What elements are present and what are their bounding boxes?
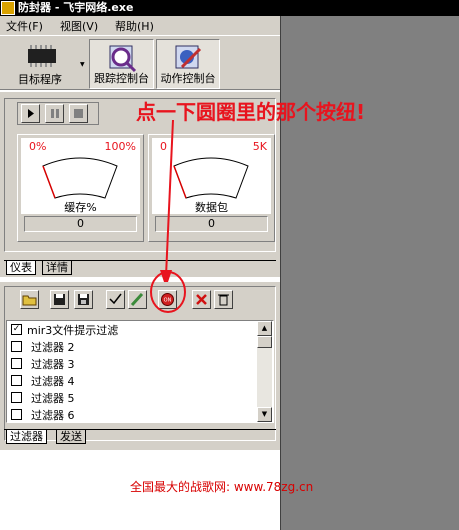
title-bar: 防封器 - 飞宇网络.exe — [0, 0, 459, 16]
trace-console-label: 跟踪控制台 — [94, 72, 149, 85]
window-title: 防封器 - 飞宇网络.exe — [18, 1, 134, 14]
scroll-down-button[interactable]: ▼ — [257, 407, 272, 422]
scroll-up-button[interactable]: ▲ — [257, 321, 272, 336]
menu-file[interactable]: 文件(F) — [6, 18, 43, 34]
filter-label-6: 过滤器 6 — [31, 409, 75, 422]
trace-console-icon — [109, 45, 137, 73]
tab-send[interactable]: 发送 — [56, 430, 86, 444]
play-button[interactable] — [21, 104, 40, 123]
filter-label-4: 过滤器 4 — [31, 375, 75, 388]
filter-checkbox-6[interactable] — [11, 409, 22, 420]
filter-label-5: 过滤器 5 — [31, 392, 75, 405]
annotation-arrow — [160, 119, 174, 288]
menu-view[interactable]: 视图(V) — [60, 18, 98, 34]
cache-gauge-face: 0% 100% 缓存% — [21, 138, 140, 214]
action-console-label: 动作控制台 — [160, 72, 216, 85]
delete-x-icon — [196, 294, 207, 305]
save-icon — [54, 294, 65, 305]
annotation-circle — [150, 271, 186, 313]
filter-label-2: 过滤器 2 — [31, 341, 75, 354]
stop-button[interactable] — [69, 104, 88, 123]
cache-gauge-label: 缓存% — [64, 201, 97, 214]
filter-label-1: mir3文件提示过滤 — [27, 324, 119, 337]
play-icon — [28, 109, 34, 118]
open-folder-icon — [22, 295, 37, 306]
filter-checkbox-3[interactable] — [11, 358, 22, 369]
pencil-icon — [130, 292, 144, 307]
trace-console-button[interactable]: 跟踪控制台 — [89, 39, 154, 89]
filter-checkbox-5[interactable] — [11, 392, 22, 403]
action-console-button[interactable]: 动作控制台 — [156, 39, 220, 89]
footer-text: 全国最大的战歌网: www.78zg.cn — [130, 480, 314, 494]
save-filter-button[interactable] — [50, 290, 69, 309]
main-toolbar: 目标程序 ▼ 跟踪控制台 动作控制台 — [0, 35, 280, 90]
save-all-button[interactable] — [74, 290, 93, 309]
scroll-thumb[interactable] — [257, 336, 272, 348]
target-program-label: 目标程序 — [18, 73, 62, 86]
trash-button[interactable] — [214, 290, 233, 309]
filter-checkbox-2[interactable] — [11, 341, 22, 352]
open-filter-button[interactable] — [20, 290, 39, 309]
chip-icon — [28, 45, 56, 67]
filter-panel: ON ✓ mir3文件提示过滤 过滤器 2 过滤器 3 过滤器 4 过滤器 5 — [0, 271, 280, 450]
filter-scrollbar[interactable]: ▲ ▼ — [257, 321, 272, 422]
filter-label-3: 过滤器 3 — [31, 358, 75, 371]
cache-gauge: 0% 100% 缓存% 0 — [17, 134, 144, 242]
pause-button[interactable] — [45, 104, 64, 123]
workspace-area — [280, 16, 459, 530]
cache-gauge-min: 0% — [29, 140, 47, 153]
filter-list: ✓ mir3文件提示过滤 过滤器 2 过滤器 3 过滤器 4 过滤器 5 过滤器… — [6, 320, 274, 423]
delete-filter-button[interactable] — [192, 290, 211, 309]
target-program-button[interactable]: 目标程序 ▼ — [2, 39, 86, 89]
tab-filters[interactable]: 过滤器 — [6, 430, 47, 444]
cache-gauge-max: 100% — [104, 140, 136, 153]
save-all-icon — [78, 294, 89, 305]
dropdown-arrow-icon[interactable]: ▼ — [80, 61, 85, 68]
pause-icon — [51, 109, 59, 118]
tab-meters[interactable]: 仪表 — [6, 261, 36, 275]
action-console-icon — [175, 45, 202, 69]
packet-gauge-max: 5K — [252, 140, 267, 153]
edit-filter-button[interactable] — [128, 290, 147, 309]
check-edit-icon — [109, 293, 122, 305]
cache-gauge-value: 0 — [24, 216, 137, 232]
menu-help[interactable]: 帮助(H) — [115, 18, 154, 34]
playback-controls — [17, 102, 99, 125]
filter-checkbox-1[interactable]: ✓ — [11, 324, 22, 335]
filter-checkbox-4[interactable] — [11, 375, 22, 386]
stop-icon — [74, 109, 83, 118]
menu-bar: 文件(F) 视图(V) 帮助(H) — [0, 16, 280, 35]
tab-details[interactable]: 详情 — [42, 261, 72, 275]
trash-icon — [218, 294, 229, 306]
app-icon — [1, 1, 15, 15]
edit-check-button[interactable] — [106, 290, 125, 309]
